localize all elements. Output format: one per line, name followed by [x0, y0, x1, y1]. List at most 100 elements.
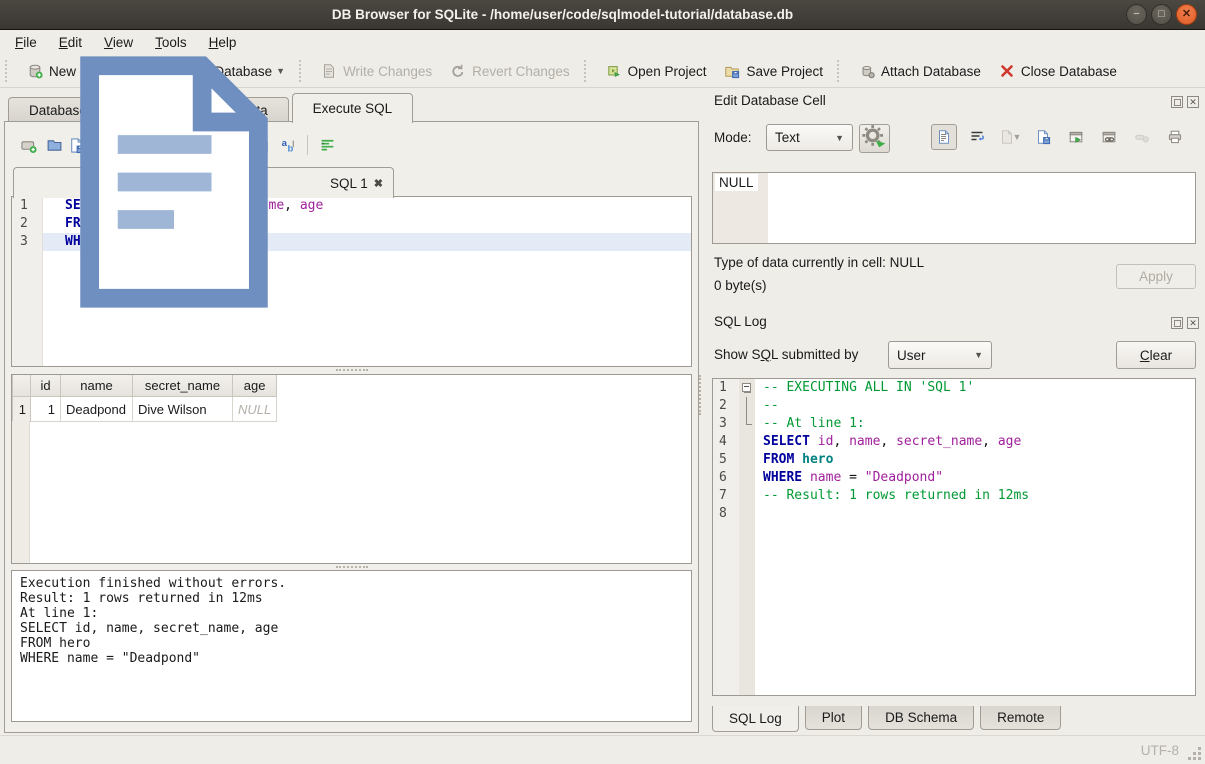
mode-select[interactable]: Text ▼ — [766, 124, 853, 151]
column-header-name[interactable]: name — [61, 375, 133, 397]
open-external-button[interactable] — [1063, 124, 1089, 150]
sql-token: SELECT — [763, 434, 818, 449]
cell-editor[interactable]: NULL — [712, 172, 1196, 244]
cell-id[interactable]: 1 — [31, 397, 61, 422]
sql-document-tab[interactable]: SQL 1 ✖ — [13, 167, 394, 198]
cell-name[interactable]: Deadpond — [61, 397, 133, 422]
clear-log-button[interactable]: Clear — [1116, 341, 1196, 369]
sql-log-view[interactable]: 12345678 -- EXECUTING ALL IN 'SQL 1'----… — [712, 378, 1196, 696]
fold-marker-icon[interactable] — [739, 415, 755, 433]
tab-execute-sql[interactable]: Execute SQL — [292, 93, 414, 123]
fold-marker-icon[interactable] — [739, 379, 755, 397]
auto-apply-gear-button[interactable] — [859, 124, 890, 153]
sql-token: , — [880, 434, 896, 449]
minimize-button[interactable]: − — [1126, 4, 1147, 25]
revert-changes-icon — [450, 63, 466, 79]
line-number: 2 — [713, 397, 739, 415]
sql-log-fold-margin[interactable] — [739, 379, 755, 695]
chevron-down-icon: ▼ — [835, 133, 844, 143]
row-number-gutter — [12, 421, 30, 563]
line-number: 4 — [713, 433, 739, 451]
dock-tab-sql-log[interactable]: SQL Log — [712, 706, 799, 732]
line-number: 3 — [713, 415, 739, 433]
open-project-label: Open Project — [628, 64, 707, 79]
sql-token: name — [810, 470, 841, 485]
save-project-button[interactable]: Save Project — [715, 60, 832, 82]
sql-token: -- — [763, 398, 779, 413]
revert-changes-button: Revert Changes — [441, 60, 579, 82]
word-wrap-icon — [969, 129, 985, 145]
log-code-line: -- At line 1: — [755, 415, 1195, 433]
close-database-label: Close Database — [1021, 64, 1117, 79]
right-pane: Edit Database Cell ✕ Mode: Text ▼ ▼ NULL… — [704, 88, 1205, 735]
fold-margin-cell — [739, 469, 755, 487]
dock-tab-db-schema[interactable]: DB Schema — [868, 706, 974, 730]
cell-age[interactable]: NULL — [233, 397, 277, 422]
close-button[interactable]: ✕ — [1176, 4, 1197, 25]
execution-status-text: Execution finished without errors. Resul… — [20, 576, 691, 666]
revert-changes-label: Revert Changes — [472, 64, 570, 79]
chevron-down-icon: ▼ — [974, 350, 983, 360]
open-import-button: ▼ — [997, 124, 1023, 150]
execution-message-box: Execution finished without errors. Resul… — [11, 570, 692, 722]
splitter-handle[interactable] — [336, 369, 368, 371]
sql-token: id — [818, 434, 834, 449]
sql-doc-icon — [24, 32, 324, 335]
apply-button[interactable]: Apply — [1116, 264, 1196, 289]
resize-grip-icon[interactable] — [1198, 757, 1201, 760]
log-filter-label: Show SQL submitted by — [714, 341, 858, 369]
open-project-button[interactable]: Open Project — [597, 60, 716, 82]
encoding-indicator[interactable]: UTF-8 — [1141, 743, 1179, 758]
sql-token: , — [833, 434, 849, 449]
column-header-secret-name[interactable]: secret_name — [133, 375, 233, 397]
dock-tab-remote[interactable]: Remote — [980, 706, 1061, 730]
results-grid: idnamesecret_nameage11DeadpondDive Wilso… — [11, 374, 692, 564]
table-header-row: idnamesecret_nameage — [13, 375, 277, 397]
sql-token: "Deadpond" — [865, 470, 943, 485]
column-header-age[interactable]: age — [233, 375, 277, 397]
line-number: 5 — [713, 451, 739, 469]
set-null-icon — [1134, 129, 1150, 145]
attach-database-button[interactable]: Attach Database — [850, 60, 990, 82]
close-database-button[interactable]: Close Database — [990, 60, 1126, 82]
mode-label: Mode: — [714, 124, 752, 151]
print-button[interactable] — [1162, 124, 1188, 150]
print-icon — [1167, 129, 1183, 145]
log-code-line: SELECT id, name, secret_name, age — [755, 433, 1195, 451]
sql-tab-label: SQL 1 — [330, 176, 368, 191]
attach-database-label: Attach Database — [881, 64, 981, 79]
word-wrap-button[interactable] — [964, 124, 990, 150]
write-changes-button: Write Changes — [312, 60, 441, 82]
sql-token: -- EXECUTING ALL IN 'SQL 1' — [763, 380, 974, 395]
copy-link-button[interactable] — [1096, 124, 1122, 150]
save-export-button[interactable] — [1030, 124, 1056, 150]
window-title: DB Browser for SQLite - /home/user/code/… — [0, 0, 1125, 30]
sql-log-code: -- EXECUTING ALL IN 'SQL 1' -- -- At line … — [755, 379, 1195, 695]
text-document-button[interactable] — [931, 124, 957, 150]
float-panel-icon[interactable] — [1171, 96, 1183, 108]
results-table: idnamesecret_nameage11DeadpondDive Wilso… — [12, 375, 277, 422]
log-code-line: -- EXECUTING ALL IN 'SQL 1' — [755, 379, 1195, 397]
status-bar: UTF-8 — [0, 735, 1205, 764]
close-database-icon — [999, 63, 1015, 79]
sql-token: , — [982, 434, 998, 449]
open-external-icon — [1068, 129, 1084, 145]
text-document-icon — [936, 129, 952, 145]
float-panel-icon[interactable] — [1171, 317, 1183, 329]
sql-token: age — [998, 434, 1021, 449]
cell-secret-name[interactable]: Dive Wilson — [133, 397, 233, 422]
fold-marker-icon[interactable] — [739, 397, 755, 415]
column-header-id[interactable]: id — [31, 375, 61, 397]
chevron-down-icon: ▼ — [1013, 132, 1022, 142]
close-panel-icon[interactable]: ✕ — [1187, 317, 1199, 329]
close-tab-icon[interactable]: ✖ — [374, 177, 383, 190]
log-code-line: -- Result: 1 rows returned in 12ms — [755, 487, 1195, 505]
fold-margin-cell — [739, 505, 755, 523]
maximize-button[interactable]: □ — [1151, 4, 1172, 25]
splitter-handle[interactable] — [336, 566, 368, 568]
close-panel-icon[interactable]: ✕ — [1187, 96, 1199, 108]
save-project-label: Save Project — [746, 64, 823, 79]
log-filter-select[interactable]: User ▼ — [888, 341, 992, 369]
dock-tab-plot[interactable]: Plot — [805, 706, 862, 730]
fold-margin-cell — [739, 433, 755, 451]
